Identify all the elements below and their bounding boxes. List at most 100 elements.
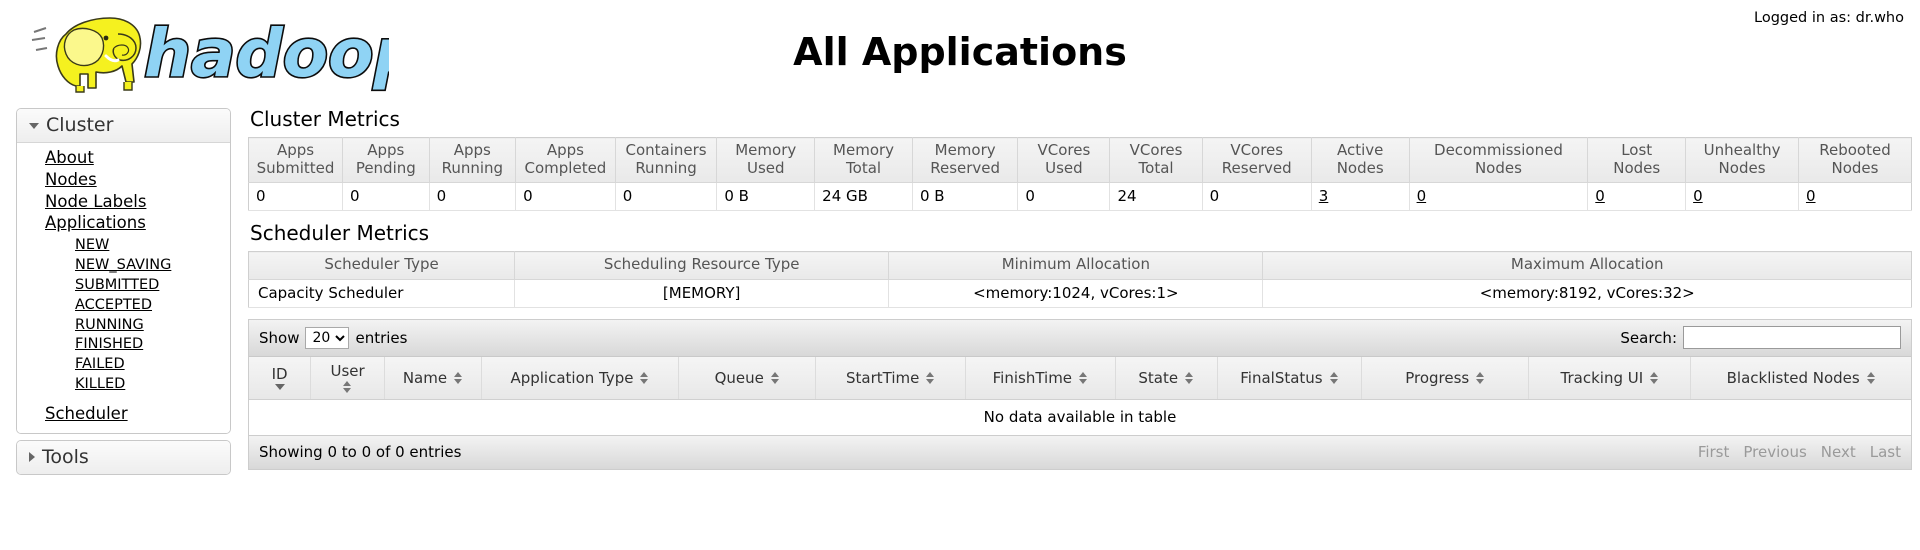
sidebar-link-finished[interactable]: FINISHED [75, 335, 143, 354]
sort-both-icon [343, 381, 352, 394]
col-unhealthy-nodes-line2: Nodes [1718, 158, 1766, 177]
col-containers-running-line2: Running [635, 158, 697, 177]
sidebar-item-node-labels[interactable]: Node Labels [45, 191, 230, 213]
th-tracking-ui[interactable]: Tracking UI [1528, 357, 1692, 401]
sidebar-item-new[interactable]: NEW [75, 235, 230, 255]
col-vcores-total-line1: VCores [1129, 141, 1183, 159]
sidebar-item-failed[interactable]: FAILED [75, 354, 230, 374]
col-vcores-reserved: VCores Reserved [1202, 137, 1312, 184]
sidebar-item-running[interactable]: RUNNING [75, 315, 230, 335]
sidebar-item-killed[interactable]: KILLED [75, 374, 230, 394]
th-progress[interactable]: Progress [1361, 357, 1530, 401]
val-vcores-used-text: 0 [1025, 187, 1035, 206]
sidebar-item-submitted[interactable]: SUBMITTED [75, 275, 230, 295]
sidebar-link-nodes[interactable]: Nodes [45, 169, 97, 191]
col-apps-submitted: Apps Submitted [248, 137, 344, 184]
sidebar-item-accepted[interactable]: ACCEPTED [75, 295, 230, 315]
col-rebooted-nodes: Rebooted Nodes [1798, 137, 1912, 184]
col-apps-running-line1: Apps [453, 141, 491, 159]
entries-label: entries [355, 328, 408, 347]
th-application-type[interactable]: Application Type [481, 357, 680, 401]
cluster-metrics-title: Cluster Metrics [250, 107, 400, 131]
sidebar-tools-header[interactable]: Tools [17, 440, 230, 474]
val-active-nodes[interactable]: 3 [1311, 182, 1410, 212]
th-finishtime[interactable]: FinishTime [965, 357, 1116, 401]
sidebar-item-finished[interactable]: FINISHED [75, 334, 230, 354]
sidebar-link-killed[interactable]: KILLED [75, 375, 125, 394]
sidebar-link-new[interactable]: NEW [75, 236, 109, 255]
cluster-metrics-header-row: Apps Submitted Apps Pending Apps Running… [248, 137, 1912, 184]
sidebar-item-scheduler[interactable]: Scheduler [45, 403, 230, 425]
col-active-nodes-line2: Nodes [1336, 158, 1384, 177]
th-finalstatus[interactable]: FinalStatus [1217, 357, 1363, 401]
sidebar-cluster-block: Cluster About Nodes Node Labels Applicat… [16, 108, 231, 434]
col-unhealthy-nodes-line1: Unhealthy [1703, 141, 1781, 159]
search-input[interactable] [1683, 326, 1901, 350]
sidebar-tools-block: Tools [16, 439, 231, 475]
val-memory-total-text: 24 GB [822, 187, 868, 206]
sidebar-link-applications[interactable]: Applications [45, 212, 146, 234]
val-memory-used-text: 0 B [724, 187, 749, 206]
col-decommissioned-nodes-line1: Decommissioned [1434, 141, 1563, 159]
col-memory-used-line2: Used [746, 158, 785, 177]
th-starttime[interactable]: StartTime [815, 357, 967, 401]
sidebar-item-about[interactable]: About [45, 147, 230, 169]
page-previous-button[interactable]: Previous [1743, 443, 1806, 461]
page-title: All Applications [793, 30, 1127, 74]
sidebar-link-new-saving[interactable]: NEW_SAVING [75, 256, 171, 275]
val-rebooted-nodes-link[interactable]: 0 [1806, 187, 1816, 205]
val-decommissioned-nodes-link[interactable]: 0 [1417, 187, 1427, 205]
datatable-footer: Showing 0 to 0 of 0 entries First Previo… [249, 436, 1911, 470]
th-blacklisted-nodes-label: Blacklisted Nodes [1726, 368, 1860, 387]
col-apps-pending: Apps Pending [342, 137, 430, 184]
sidebar-link-accepted[interactable]: ACCEPTED [75, 296, 152, 315]
col-containers-running-line1: Containers [625, 141, 707, 159]
sidebar-link-scheduler[interactable]: Scheduler [45, 403, 128, 425]
col-vcores-reserved-line1: VCores [1230, 141, 1284, 159]
val-unhealthy-nodes[interactable]: 0 [1685, 182, 1799, 212]
th-blacklisted-nodes[interactable]: Blacklisted Nodes [1690, 357, 1911, 401]
col-apps-submitted-line1: Apps [276, 141, 315, 159]
sidebar-cluster-header[interactable]: Cluster [17, 109, 230, 143]
col-apps-pending-line1: Apps [367, 141, 405, 159]
page-last-button[interactable]: Last [1870, 443, 1901, 461]
col-vcores-used-line2: Used [1045, 158, 1083, 177]
page-next-button[interactable]: Next [1821, 443, 1856, 461]
val-lost-nodes-link[interactable]: 0 [1595, 187, 1605, 205]
sidebar-item-applications[interactable]: Applications NEW NEW_SAVING SUBMITTED AC… [45, 212, 230, 394]
th-starttime-label: StartTime [846, 368, 920, 387]
page-length-select[interactable]: 20 [305, 326, 350, 349]
th-id[interactable]: ID [249, 357, 312, 401]
val-rebooted-nodes[interactable]: 0 [1798, 182, 1912, 212]
page-first-button[interactable]: First [1698, 443, 1730, 461]
val-memory-reserved-text: 0 B [919, 187, 945, 206]
val-lost-nodes[interactable]: 0 [1587, 182, 1687, 212]
val-active-nodes-link[interactable]: 3 [1319, 187, 1329, 205]
val-decommissioned-nodes[interactable]: 0 [1409, 182, 1589, 212]
th-name[interactable]: Name [384, 357, 482, 401]
sidebar-link-node-labels[interactable]: Node Labels [45, 191, 146, 213]
sidebar-link-failed[interactable]: FAILED [75, 355, 125, 374]
th-queue[interactable]: Queue [678, 357, 817, 401]
col-apps-running: Apps Running [429, 137, 517, 184]
sidebar-link-about[interactable]: About [45, 147, 94, 169]
val-apps-completed: 0 [515, 182, 616, 212]
sort-both-icon [1650, 371, 1659, 384]
datatable-info: Showing 0 to 0 of 0 entries [259, 443, 462, 462]
val-scheduling-resource-type: [MEMORY] [514, 279, 890, 309]
th-user[interactable]: User [310, 357, 386, 401]
val-unhealthy-nodes-link[interactable]: 0 [1693, 187, 1703, 205]
th-state[interactable]: State [1115, 357, 1218, 401]
val-containers-running-text: 0 [622, 187, 633, 206]
th-finishtime-label: FinishTime [992, 368, 1073, 387]
val-apps-submitted: 0 [248, 182, 344, 212]
search-control: Search: [1620, 326, 1901, 350]
sidebar-item-new-saving[interactable]: NEW_SAVING [75, 255, 230, 275]
sidebar-link-running[interactable]: RUNNING [75, 316, 144, 335]
sidebar-link-submitted[interactable]: SUBMITTED [75, 276, 159, 295]
col-vcores-used-line1: VCores [1037, 141, 1091, 159]
col-containers-running: Containers Running [615, 137, 718, 184]
sidebar-item-nodes[interactable]: Nodes [45, 169, 230, 191]
col-vcores-used: VCores Used [1017, 137, 1111, 184]
sidebar-tools-label: Tools [42, 445, 89, 468]
